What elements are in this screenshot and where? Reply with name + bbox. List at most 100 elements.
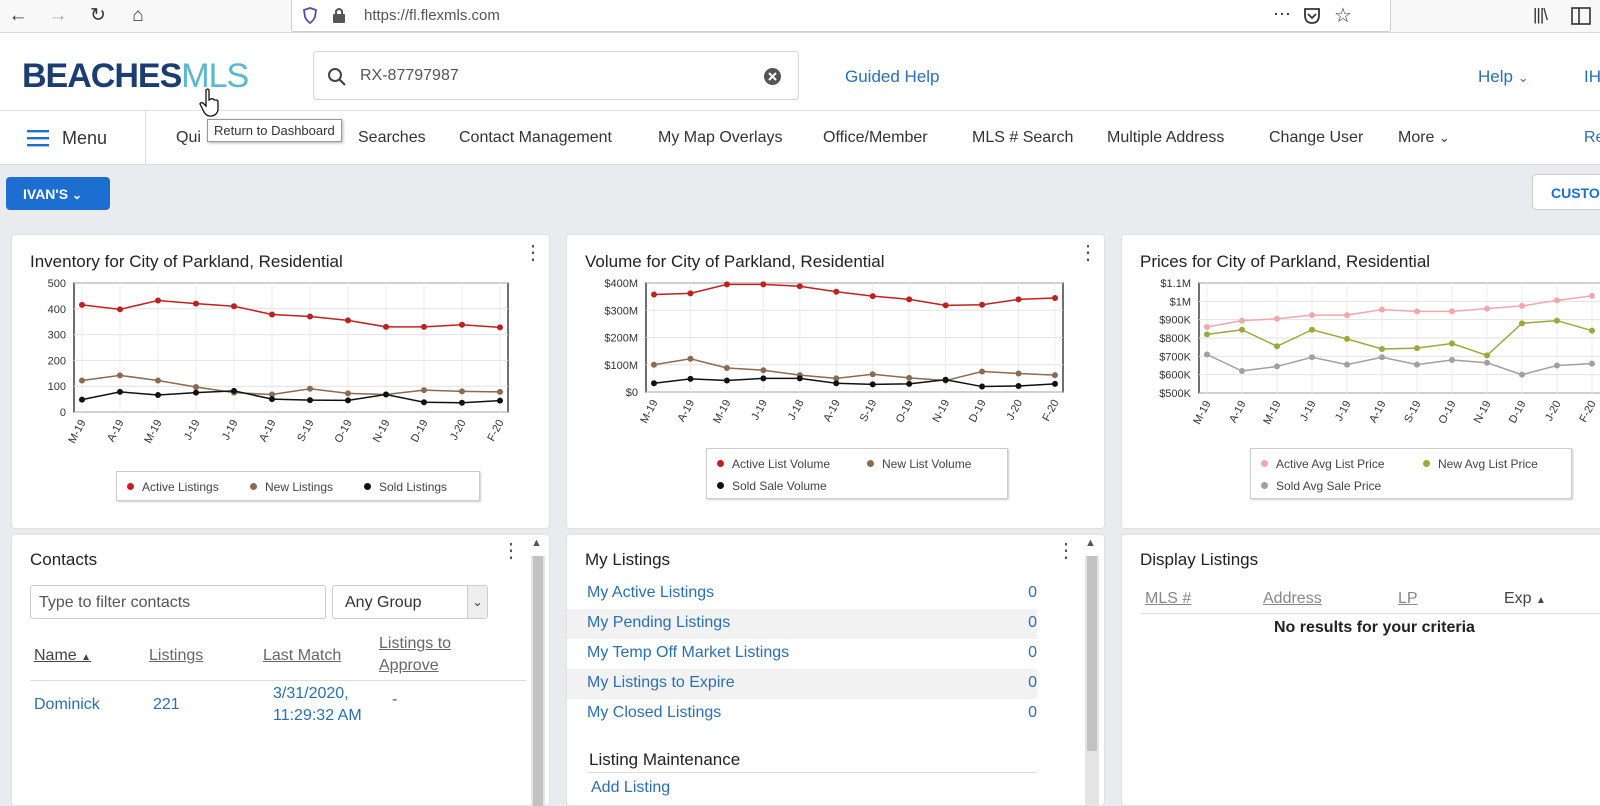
contact-filter-input[interactable]: Type to filter contacts xyxy=(30,585,326,619)
help-menu[interactable]: Help ⌄ xyxy=(1478,67,1529,87)
data-point[interactable] xyxy=(1379,306,1385,313)
data-point[interactable] xyxy=(421,323,427,330)
data-point[interactable] xyxy=(497,388,503,395)
contact-listings-link[interactable]: 221 xyxy=(153,696,180,714)
data-point[interactable] xyxy=(421,387,427,394)
data-point[interactable] xyxy=(307,313,313,320)
data-point[interactable] xyxy=(1052,372,1058,379)
add-listing-link[interactable]: Add Listing xyxy=(591,779,670,797)
data-point[interactable] xyxy=(723,365,730,372)
contact-name-link[interactable]: Dominick xyxy=(34,696,100,714)
data-point[interactable] xyxy=(1344,335,1350,342)
data-point[interactable] xyxy=(345,390,351,397)
data-point[interactable] xyxy=(1414,345,1420,352)
data-point[interactable] xyxy=(193,300,199,307)
library-icon[interactable]: |||\ xyxy=(1533,5,1548,25)
data-point[interactable] xyxy=(193,383,199,390)
data-point[interactable] xyxy=(117,306,123,313)
legend-item-new[interactable]: New List Volume xyxy=(867,457,971,471)
data-point[interactable] xyxy=(1484,352,1490,359)
legend-item-active[interactable]: Active List Volume xyxy=(717,457,830,471)
data-point[interactable] xyxy=(79,301,85,308)
data-point[interactable] xyxy=(1589,360,1595,367)
forward-arrow-icon[interactable]: → xyxy=(47,5,69,27)
data-point[interactable] xyxy=(1309,312,1315,319)
data-point[interactable] xyxy=(79,396,85,403)
column-header-address[interactable]: Address xyxy=(1263,590,1322,608)
data-point[interactable] xyxy=(942,302,949,309)
data-point[interactable] xyxy=(155,391,161,398)
data-point[interactable] xyxy=(459,321,465,328)
nav-item-multiple-address[interactable]: Multiple Address xyxy=(1107,129,1224,147)
user-menu[interactable]: IH xyxy=(1584,67,1600,87)
my-listings-scrollbar[interactable] xyxy=(1085,556,1099,806)
data-point[interactable] xyxy=(687,290,694,297)
data-point[interactable] xyxy=(1309,326,1315,333)
dashboard-select-button[interactable]: IVAN'S ⌄ xyxy=(6,177,110,210)
data-point[interactable] xyxy=(1204,351,1210,358)
data-point[interactable] xyxy=(869,293,876,300)
data-point[interactable] xyxy=(723,281,730,288)
data-point[interactable] xyxy=(193,389,199,396)
data-point[interactable] xyxy=(796,375,803,382)
column-header-to-approve-line2[interactable]: Approve xyxy=(379,657,439,675)
data-point[interactable] xyxy=(459,388,465,395)
data-point[interactable] xyxy=(497,397,503,404)
data-point[interactable] xyxy=(1274,343,1280,350)
data-point[interactable] xyxy=(1519,302,1525,309)
data-point[interactable] xyxy=(269,311,275,318)
data-point[interactable] xyxy=(1554,317,1560,324)
data-point[interactable] xyxy=(1015,370,1022,377)
list-item[interactable]: My Temp Off Market Listings 0 xyxy=(567,639,1037,669)
clear-search-icon[interactable] xyxy=(763,67,782,86)
column-header-name[interactable]: Name ▲ xyxy=(34,647,91,665)
data-point[interactable] xyxy=(1309,354,1315,361)
legend-item-sold[interactable]: Sold Sale Volume xyxy=(717,479,827,493)
last-match-time[interactable]: 11:29:32 AM xyxy=(273,707,362,725)
data-point[interactable] xyxy=(1589,327,1595,334)
scrollbar-thumb[interactable] xyxy=(1087,556,1097,751)
data-point[interactable] xyxy=(906,296,913,303)
data-point[interactable] xyxy=(497,324,503,331)
back-arrow-icon[interactable]: ← xyxy=(7,5,29,27)
data-point[interactable] xyxy=(231,303,237,310)
data-point[interactable] xyxy=(383,391,389,398)
list-item[interactable]: My Listings to Expire 0 xyxy=(567,669,1037,699)
nav-item-right-edge[interactable]: Re xyxy=(1584,129,1600,147)
global-search-input[interactable]: RX-87797987 xyxy=(313,51,799,100)
legend-item-active[interactable]: Active Avg List Price xyxy=(1261,457,1385,471)
data-point[interactable] xyxy=(383,323,389,330)
data-point[interactable] xyxy=(155,297,161,304)
bookmark-star-icon[interactable]: ☆ xyxy=(1334,3,1352,28)
data-point[interactable] xyxy=(651,361,657,368)
data-point[interactable] xyxy=(117,372,123,379)
guided-help-link[interactable]: Guided Help xyxy=(845,67,940,87)
data-point[interactable] xyxy=(345,397,351,404)
data-point[interactable] xyxy=(1344,361,1350,368)
data-point[interactable] xyxy=(796,283,803,290)
page-actions-icon[interactable]: ⋯ xyxy=(1273,4,1291,25)
data-point[interactable] xyxy=(79,377,85,384)
data-point[interactable] xyxy=(345,317,351,324)
nav-item-searches[interactable]: Searches xyxy=(358,129,426,147)
data-point[interactable] xyxy=(1274,363,1280,370)
nav-item-mls-search[interactable]: MLS # Search xyxy=(972,129,1073,147)
nav-item-more[interactable]: More ⌄ xyxy=(1398,129,1450,147)
menu-button[interactable]: Menu xyxy=(0,111,146,165)
scroll-up-icon[interactable]: ▲ xyxy=(531,537,542,549)
data-point[interactable] xyxy=(760,281,767,288)
data-point[interactable] xyxy=(687,375,694,382)
data-point[interactable] xyxy=(1052,294,1058,301)
column-header-mls[interactable]: MLS # xyxy=(1145,590,1191,608)
data-point[interactable] xyxy=(687,355,694,362)
data-point[interactable] xyxy=(1449,357,1455,363)
data-point[interactable] xyxy=(421,399,427,406)
panel-menu-icon[interactable]: ⋮ xyxy=(523,243,543,273)
data-point[interactable] xyxy=(1484,359,1490,366)
scrollbar-thumb[interactable] xyxy=(533,556,543,806)
data-point[interactable] xyxy=(1344,312,1350,319)
data-point[interactable] xyxy=(1554,297,1560,304)
column-header-listings[interactable]: Listings xyxy=(149,647,203,665)
scroll-up-icon[interactable]: ▲ xyxy=(1085,537,1096,549)
data-point[interactable] xyxy=(307,397,313,404)
